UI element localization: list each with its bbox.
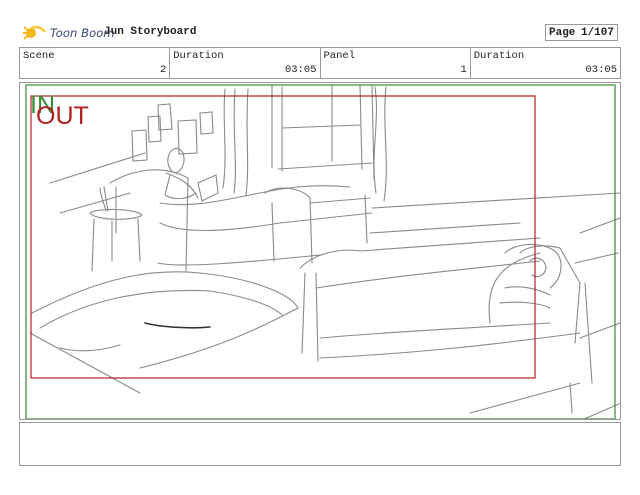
panel-cell: Panel 1 xyxy=(321,48,471,78)
scene-duration-cell: Duration 03:05 xyxy=(170,48,321,78)
scene-cell: Scene 2 xyxy=(20,48,171,78)
toon-boom-logo: Toon Boom xyxy=(22,22,115,44)
scene-label: Scene xyxy=(23,50,55,62)
panel-duration-label: Duration xyxy=(473,50,525,62)
scene-duration-value: 03:05 xyxy=(284,64,317,76)
page-indicator: Page 1/107 xyxy=(545,24,618,41)
page-value: 1/107 xyxy=(580,26,614,39)
info-bar: Scene 2 Duration 03:05 Panel 1 Duration … xyxy=(19,47,621,79)
out-label: OUT xyxy=(36,102,89,130)
in-frame xyxy=(25,84,616,419)
out-frame xyxy=(30,95,536,379)
panel-duration-value: 03:05 xyxy=(585,64,617,76)
panel-image: IN OUT xyxy=(19,82,621,420)
storyboard-sketch xyxy=(25,84,620,419)
notes-box xyxy=(19,422,621,466)
scene-duration-label: Duration xyxy=(173,50,224,62)
panel-duration-cell: Duration 03:05 xyxy=(471,48,620,78)
page-label: Page xyxy=(549,26,576,39)
panel-label: Panel xyxy=(323,50,356,62)
storyboard-title: Jun Storyboard xyxy=(104,26,197,38)
sun-swirl-icon xyxy=(23,25,46,40)
panel-value: 1 xyxy=(460,64,467,76)
scene-value: 2 xyxy=(159,64,167,76)
